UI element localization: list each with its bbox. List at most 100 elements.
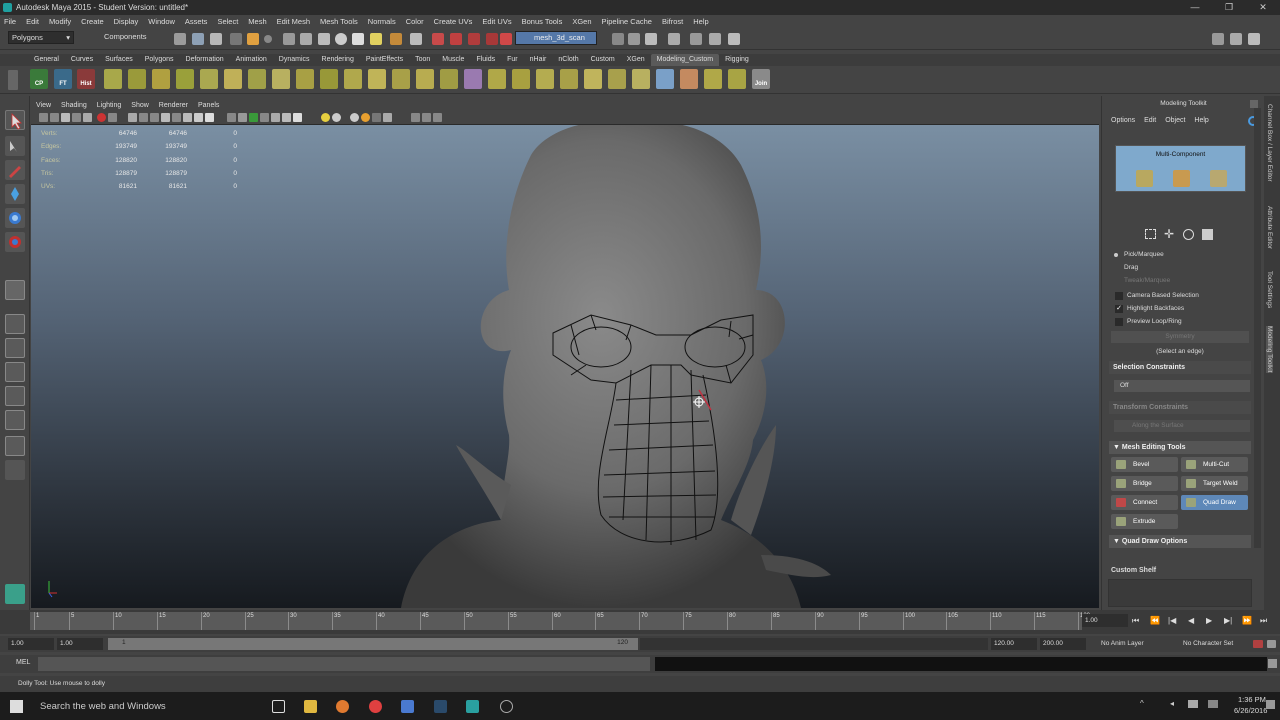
- ipr-render-icon[interactable]: [432, 33, 444, 45]
- film-gate-icon[interactable]: [97, 113, 106, 122]
- mel-label[interactable]: MEL: [16, 659, 30, 666]
- shelf-tab-fur[interactable]: Fur: [501, 54, 524, 66]
- menu-set-dropdown[interactable]: Polygons ▾: [8, 31, 74, 44]
- character-set-label[interactable]: No Character Set: [1183, 640, 1233, 647]
- multisample-aa-icon[interactable]: [282, 113, 291, 122]
- shelf-tool-27[interactable]: [728, 69, 746, 89]
- connect-button[interactable]: Connect: [1111, 495, 1178, 510]
- file-explorer-icon[interactable]: [304, 700, 317, 713]
- selection-constraints-header[interactable]: Selection Constraints: [1109, 361, 1251, 374]
- graph-editor-icon[interactable]: [709, 33, 721, 45]
- shelf-tool-17[interactable]: [488, 69, 506, 89]
- shelf-tab-rendering[interactable]: Rendering: [316, 54, 360, 66]
- shelf-tool-9[interactable]: [296, 69, 314, 89]
- preferences-icon[interactable]: [1267, 640, 1276, 648]
- gamma-icon[interactable]: [361, 113, 370, 122]
- target-weld-button[interactable]: Target Weld: [1181, 476, 1248, 491]
- panel-menu-renderer[interactable]: Renderer: [159, 100, 188, 111]
- shelf-tool-24[interactable]: [656, 69, 674, 89]
- step-back-frame-button[interactable]: |◀: [1168, 616, 1176, 625]
- shelf-tool-6[interactable]: [224, 69, 242, 89]
- vertex-mode-cube-icon[interactable]: [1136, 170, 1153, 187]
- shelf-tab-painteffects[interactable]: PaintEffects: [360, 54, 409, 66]
- tab-channel-box[interactable]: Channel Box / Layer Editor: [1266, 104, 1273, 182]
- taskbar-app-icon[interactable]: [500, 700, 513, 713]
- notifications-icon[interactable]: [1266, 700, 1275, 709]
- face-mode-cube-icon[interactable]: [1210, 170, 1227, 187]
- snap-to-view-plane-icon[interactable]: [335, 33, 347, 45]
- shelf-tab-curves[interactable]: Curves: [65, 54, 99, 66]
- isolate-select-icon[interactable]: [321, 113, 330, 122]
- panel-layout-icon[interactable]: [433, 113, 442, 122]
- time-slider-track[interactable]: 1 5 10 15 20 25 30 35 40 45 50 55 60 65 70 75 80 85 90 95 10…: [30, 612, 1090, 630]
- shelf-tool-26[interactable]: [704, 69, 722, 89]
- snap-to-grid-icon[interactable]: [283, 33, 295, 45]
- render-view-icon[interactable]: [486, 33, 498, 45]
- depth-of-field-icon[interactable]: [293, 113, 302, 122]
- show-attribute-editor-icon[interactable]: [645, 33, 657, 45]
- maya-taskbar-icon[interactable]: [466, 700, 479, 713]
- menu-bifrost[interactable]: Bifrost: [662, 15, 683, 28]
- workspace-single-icon[interactable]: [1212, 33, 1224, 45]
- menu-help[interactable]: Help: [693, 15, 708, 28]
- scale-tool-icon[interactable]: [5, 232, 25, 252]
- layout-hypershade-icon[interactable]: [5, 386, 25, 406]
- show-outliner-icon[interactable]: [668, 33, 680, 45]
- highlight-backfaces-checkbox[interactable]: ✓: [1115, 305, 1123, 313]
- shelf-tool-1[interactable]: [104, 69, 122, 89]
- menu-create-uvs[interactable]: Create UVs: [434, 15, 473, 28]
- lights-icon[interactable]: [238, 113, 247, 122]
- shelf-tool-8[interactable]: [272, 69, 290, 89]
- menu-select[interactable]: Select: [217, 15, 238, 28]
- animation-start-field[interactable]: 1.00: [8, 638, 54, 650]
- shelf-tool-22[interactable]: [608, 69, 626, 89]
- panel-menu-lighting[interactable]: Lighting: [97, 100, 122, 111]
- tray-arrow-icon[interactable]: ^: [1140, 699, 1144, 708]
- menu-window[interactable]: Window: [148, 15, 175, 28]
- shelf-tab-toon[interactable]: Toon: [409, 54, 436, 66]
- field-chart-icon[interactable]: [139, 113, 148, 122]
- close-button[interactable]: ✕: [1246, 0, 1280, 15]
- symmetry-icon[interactable]: [500, 33, 512, 45]
- default-material-icon[interactable]: [194, 113, 203, 122]
- step-forward-key-button[interactable]: ⏩: [1242, 616, 1252, 625]
- mel-input[interactable]: [38, 657, 650, 671]
- shelf-tool-5[interactable]: [200, 69, 218, 89]
- playback-end-field[interactable]: 120.00: [991, 638, 1037, 650]
- shelf-tool-4[interactable]: [176, 69, 194, 89]
- shelf-tab-nhair[interactable]: nHair: [524, 54, 553, 66]
- input-line-icon[interactable]: [690, 33, 702, 45]
- vertex-mode-icon[interactable]: [230, 33, 242, 45]
- workspace-quad-icon[interactable]: [1248, 33, 1260, 45]
- menu-assets[interactable]: Assets: [185, 15, 208, 28]
- network-icon[interactable]: [1188, 700, 1198, 708]
- menu-bonus-tools[interactable]: Bonus Tools: [522, 15, 563, 28]
- smooth-shade-icon[interactable]: [183, 113, 192, 122]
- panel-menu-view[interactable]: View: [36, 100, 51, 111]
- render-settings-icon[interactable]: [450, 33, 462, 45]
- preview-loop-ring-checkbox[interactable]: [1115, 318, 1123, 326]
- menu-edit-uvs[interactable]: Edit UVs: [482, 15, 511, 28]
- camera-based-selection-checkbox[interactable]: [1115, 292, 1123, 300]
- multi-component-mode[interactable]: Multi-Component: [1115, 145, 1246, 192]
- shelf-tab-deformation[interactable]: Deformation: [180, 54, 230, 66]
- play-forwards-button[interactable]: ▶: [1206, 616, 1212, 625]
- drag-label[interactable]: Drag: [1124, 264, 1138, 271]
- shelf-tab-general[interactable]: General: [28, 54, 65, 66]
- chrome-icon[interactable]: [369, 700, 382, 713]
- menu-mesh[interactable]: Mesh: [248, 15, 266, 28]
- shadows-icon[interactable]: [249, 113, 258, 122]
- firefox-icon[interactable]: [336, 700, 349, 713]
- combine-join-button[interactable]: Join: [752, 69, 770, 89]
- mesh-editing-tools-header[interactable]: ▼ Mesh Editing Tools: [1109, 441, 1251, 454]
- panel-close-icon[interactable]: [1250, 100, 1258, 108]
- menu-create[interactable]: Create: [81, 15, 104, 28]
- go-to-start-button[interactable]: ⏮: [1132, 616, 1139, 626]
- grid-toggle-icon[interactable]: [83, 113, 92, 122]
- exposure-icon[interactable]: [372, 113, 381, 122]
- shelf-tab-dynamics[interactable]: Dynamics: [273, 54, 316, 66]
- textured-icon[interactable]: [227, 113, 236, 122]
- tab-attribute-editor[interactable]: Attribute Editor: [1266, 206, 1273, 249]
- wireframe-icon[interactable]: [172, 113, 181, 122]
- resolution-gate-icon[interactable]: [108, 113, 117, 122]
